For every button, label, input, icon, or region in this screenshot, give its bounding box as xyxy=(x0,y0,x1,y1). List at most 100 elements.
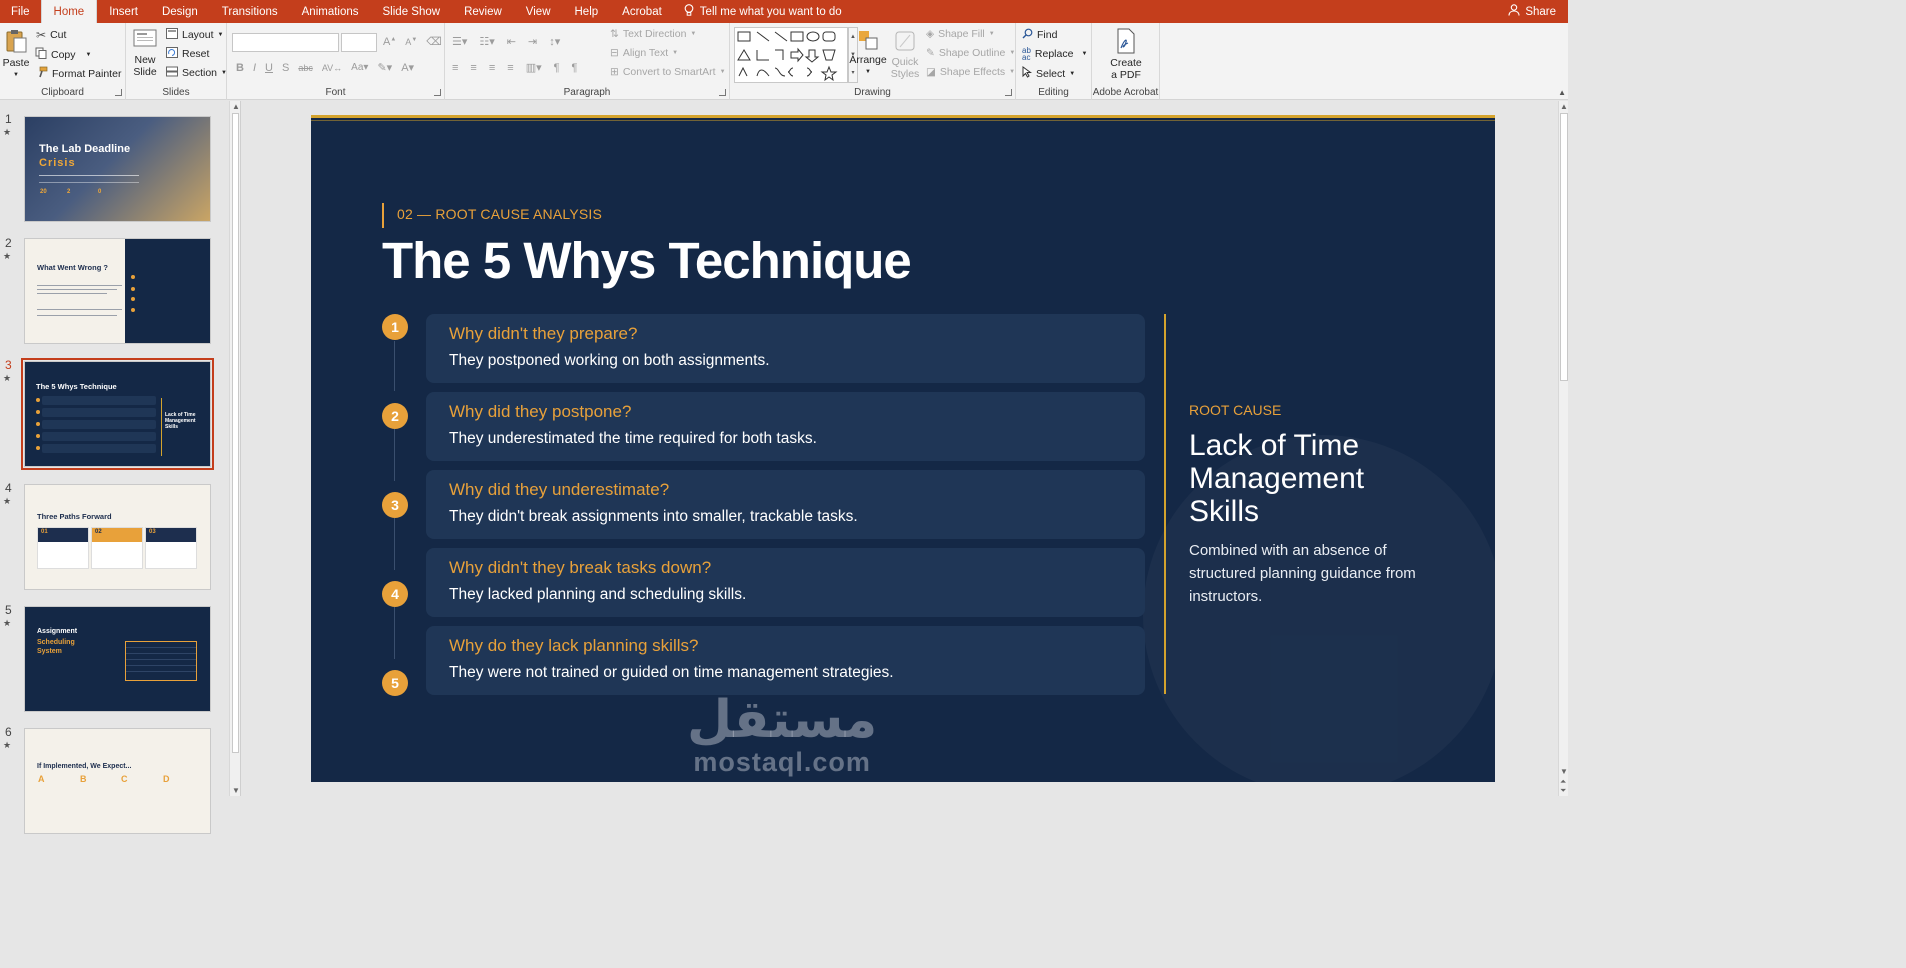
slide-canvas[interactable]: 02 — ROOT CAUSE ANALYSIS The 5 Whys Tech… xyxy=(311,115,1495,782)
collapse-ribbon-icon[interactable]: ▲ xyxy=(1558,88,1566,97)
copy-button[interactable]: Copy ▼ xyxy=(35,47,91,62)
why-row-2[interactable]: Why did they postpone? They underestimat… xyxy=(426,392,1145,461)
why-question: Why did they postpone? xyxy=(449,402,632,421)
tab-home[interactable]: Home xyxy=(40,0,98,23)
replace-icon: ab ac xyxy=(1022,46,1031,62)
paragraph-group: ☰▾ ☷▾ ⇤ ⇥ ↕▾ ≡ ≡ ≡ ≡ ▥▾ ¶ ¶ ⇅ Text Direc… xyxy=(445,23,730,100)
slide-title[interactable]: The 5 Whys Technique xyxy=(382,231,912,290)
section-button[interactable]: Section ▼ xyxy=(166,66,227,80)
line-spacing-icon[interactable]: ↕▾ xyxy=(549,35,560,48)
why-row-5[interactable]: Why do they lack planning skills? They w… xyxy=(426,626,1145,695)
font-dialog-launcher[interactable] xyxy=(434,89,441,96)
slide-thumbnail-6[interactable]: If Implemented, We Expect... A B C D xyxy=(24,728,211,834)
font-color-icon[interactable]: A▾ xyxy=(401,61,414,74)
scroll-up-icon[interactable]: ▲ xyxy=(1560,102,1568,111)
tab-help[interactable]: Help xyxy=(563,0,611,23)
root-cause-label[interactable]: ROOT CAUSE xyxy=(1189,402,1281,418)
shape-fill-button[interactable]: ◈ Shape Fill ▼ xyxy=(926,28,995,40)
paste-button[interactable]: Paste ▼ xyxy=(2,28,30,81)
why-row-1[interactable]: Why didn't they prepare? They postponed … xyxy=(426,314,1145,383)
tab-review[interactable]: Review xyxy=(452,0,514,23)
increase-indent-icon[interactable]: ⇥ xyxy=(528,35,537,48)
tab-insert[interactable]: Insert xyxy=(97,0,150,23)
font-name-combo[interactable] xyxy=(232,33,339,52)
shadow-icon[interactable]: S xyxy=(282,62,289,74)
slide-thumbnail-3[interactable]: The 5 Whys Technique Lack of Time Manage… xyxy=(21,358,214,470)
slide-thumbnail-5[interactable]: Assignment Scheduling System xyxy=(24,606,211,712)
scroll-up-icon[interactable]: ▲ xyxy=(232,102,240,111)
rtl-icon[interactable]: ¶ xyxy=(554,62,560,74)
thumbnail-scrollbar[interactable]: ▲ ▼ xyxy=(229,101,240,796)
create-pdf-button[interactable]: Create a PDF xyxy=(1106,28,1146,81)
tab-slide-show[interactable]: Slide Show xyxy=(371,0,453,23)
font-size-combo[interactable] xyxy=(341,33,377,52)
text-direction-button[interactable]: ⇅ Text Direction ▼ xyxy=(610,28,696,40)
char-spacing-icon[interactable]: AV↔ xyxy=(322,63,342,73)
shape-effects-button[interactable]: ◪ Shape Effects ▼ xyxy=(926,66,1015,78)
shape-effects-label: Shape Effects xyxy=(939,66,1006,78)
decrease-indent-icon[interactable]: ⇤ xyxy=(507,35,516,48)
slide-thumbnail-4[interactable]: Three Paths Forward 01 02 03 xyxy=(24,484,211,590)
tab-transitions[interactable]: Transitions xyxy=(210,0,290,23)
bullets-icon[interactable]: ☰▾ xyxy=(452,35,467,48)
slide-thumbnail-1[interactable]: The Lab Deadline Crisis 20 2 0 xyxy=(24,116,211,222)
paragraph-dialog-launcher[interactable] xyxy=(719,89,726,96)
highlight-icon[interactable]: ✎▾ xyxy=(377,61,392,74)
slide-area-scrollbar[interactable]: ▲ ▼ ⏶ ⏷ xyxy=(1558,101,1568,796)
scroll-down-icon[interactable]: ▼ xyxy=(1560,767,1568,776)
layout-button[interactable]: Layout ▼ xyxy=(166,28,223,42)
align-right-icon[interactable]: ≡ xyxy=(489,62,495,74)
tab-acrobat[interactable]: Acrobat xyxy=(610,0,674,23)
quick-styles-button[interactable]: Quick Styles xyxy=(889,29,921,80)
arrange-button[interactable]: Arrange ▼ xyxy=(849,29,887,78)
tell-me-search[interactable]: Tell me what you want to do xyxy=(674,0,842,23)
align-left-icon[interactable]: ≡ xyxy=(452,62,458,74)
format-painter-button[interactable]: Format Painter xyxy=(36,66,121,81)
change-case-icon[interactable]: Aa▾ xyxy=(351,62,368,73)
grow-font-icon[interactable]: A▲ xyxy=(383,36,396,48)
strikethrough-icon[interactable]: abc xyxy=(298,63,313,73)
ltr-icon[interactable]: ¶ xyxy=(572,62,578,74)
find-button[interactable]: Find xyxy=(1022,28,1057,42)
slide-thumbnail-2[interactable]: What Went Wrong ? xyxy=(24,238,211,344)
timeline-connector xyxy=(394,341,395,391)
drawing-dialog-launcher[interactable] xyxy=(1005,89,1012,96)
align-center-icon[interactable]: ≡ xyxy=(470,62,476,74)
columns-icon[interactable]: ▥▾ xyxy=(526,61,542,74)
root-cause-title[interactable]: Lack of Time Management Skills xyxy=(1189,429,1439,528)
convert-smartart-button[interactable]: ⊞ Convert to SmartArt ▼ xyxy=(610,66,726,78)
tab-file[interactable]: File xyxy=(0,0,41,23)
shapes-gallery[interactable] xyxy=(734,27,848,83)
replace-button[interactable]: ab ac Replace ▼ xyxy=(1022,46,1087,62)
why-row-3[interactable]: Why did they underestimate? They didn't … xyxy=(426,470,1145,539)
tab-view[interactable]: View xyxy=(514,0,563,23)
shape-outline-button[interactable]: ✎ Shape Outline ▼ xyxy=(926,47,1015,59)
underline-icon[interactable]: U xyxy=(265,62,273,74)
person-icon xyxy=(1508,4,1520,19)
scrollbar-thumb[interactable] xyxy=(1560,113,1568,381)
thumb2-title: What Went Wrong ? xyxy=(37,263,108,272)
italic-icon[interactable]: I xyxy=(253,62,256,74)
tab-design[interactable]: Design xyxy=(150,0,210,23)
align-text-button[interactable]: ⊟ Align Text ▼ xyxy=(610,47,678,59)
share-button[interactable]: Share xyxy=(1508,0,1556,23)
clipboard-dialog-launcher[interactable] xyxy=(115,89,122,96)
justify-icon[interactable]: ≡ xyxy=(507,62,513,74)
thumb1-text-lines xyxy=(39,175,139,183)
numbering-icon[interactable]: ☷▾ xyxy=(479,35,494,48)
section-kicker[interactable]: 02 — ROOT CAUSE ANALYSIS xyxy=(397,206,602,222)
new-slide-button[interactable]: New Slide xyxy=(132,27,158,78)
reset-button[interactable]: Reset xyxy=(166,47,209,61)
select-button[interactable]: Select ▼ xyxy=(1022,66,1075,81)
why-row-4[interactable]: Why didn't they break tasks down? They l… xyxy=(426,548,1145,617)
next-slide-icon[interactable]: ⏷ xyxy=(1560,786,1566,796)
chevron-down-icon: ▼ xyxy=(865,69,871,75)
cut-button[interactable]: ✂ Cut xyxy=(36,28,66,42)
clear-format-icon[interactable]: ⌫ xyxy=(426,35,442,48)
bold-icon[interactable]: B xyxy=(236,62,244,74)
root-cause-body[interactable]: Combined with an absence of structured p… xyxy=(1189,539,1429,608)
shrink-font-icon[interactable]: A▼ xyxy=(405,37,417,47)
scroll-down-icon[interactable]: ▼ xyxy=(232,786,240,795)
scrollbar-thumb[interactable] xyxy=(232,113,239,753)
tab-animations[interactable]: Animations xyxy=(290,0,371,23)
